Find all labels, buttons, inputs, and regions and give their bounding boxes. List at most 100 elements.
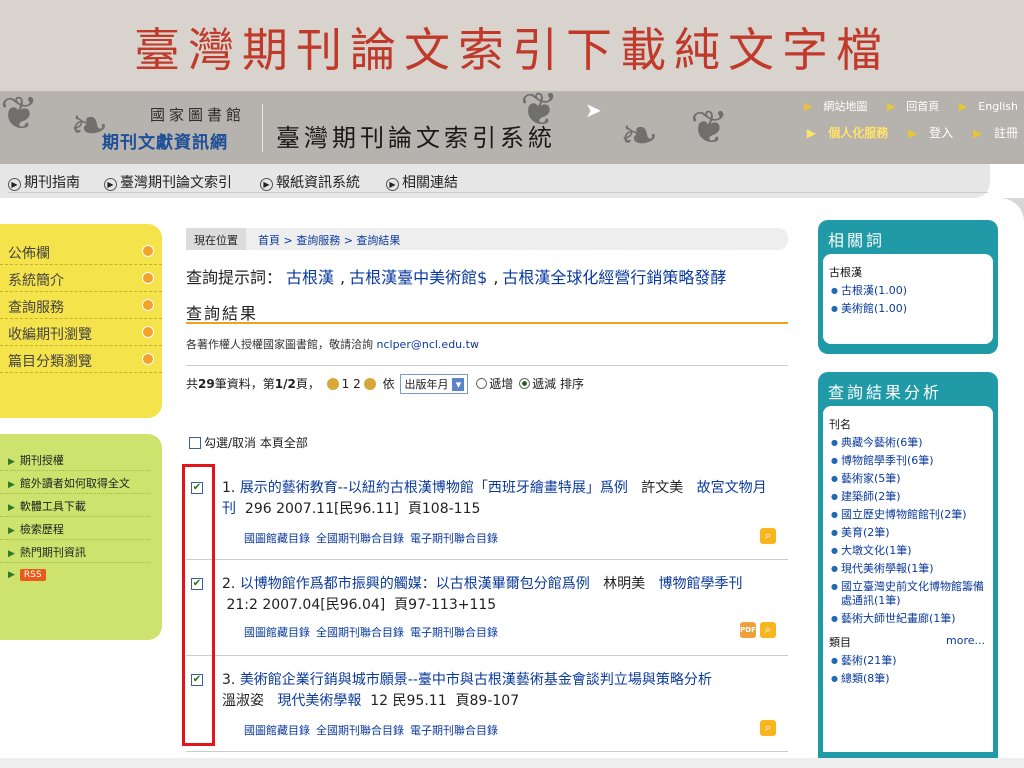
link-ncl-catalog[interactable]: 國圖館藏目錄 [244,724,310,737]
holdings-links: 國圖館藏目錄 全國期刊聯合目錄 電子期刊聯合目錄 [244,624,504,640]
slide-title-bar: 臺灣期刊論文索引下載純文字檔 [0,0,1024,92]
rss-icon[interactable]: RSS [19,569,46,581]
sidebar-item-popular[interactable]: ▶ 熱門期刊資訊 [0,540,150,563]
link-union-catalog[interactable]: 全國期刊聯合目錄 [316,532,404,545]
result-volume: 296 2007.11[民96.11] [244,501,399,517]
result-total: 29 [198,377,215,391]
journal-facet-item[interactable]: 建築師(2筆) [829,490,987,504]
sidebar-item-browse-journals[interactable]: 收編期刊瀏覽 [0,319,162,346]
journal-facet-item[interactable]: 藝術大師世紀畫廊(1筆) [829,612,987,626]
link-home[interactable]: ▶ 回首頁 [879,100,939,113]
circle-arrow-icon: ▶ [260,178,273,191]
journal-facet-item[interactable]: 國立歷史博物館館刊(2筆) [829,508,987,522]
nav-item-related-links[interactable]: ▶ 相關連結 [386,172,988,193]
triangle-icon: ▶ [958,100,968,113]
journal-facet-item[interactable]: 藝術家(5筆) [829,472,987,486]
page-number[interactable]: 1 [342,377,350,391]
result-author: 許文美 [641,480,684,496]
link-union-catalog[interactable]: 全國期刊聯合目錄 [316,724,404,737]
result-author: 溫淑姿 [222,693,264,709]
triangle-icon: ▶ [8,526,15,536]
result-text: 2. 以博物館作爲都市振興的觸媒：以古根漢畢爾包分館爲例 林明美 博物館學季刊 … [222,576,743,613]
sidebar-item-rss[interactable]: ▶ RSS [0,563,150,586]
prev-page-icon[interactable] [326,378,339,390]
select-all-checkbox[interactable] [189,437,201,449]
category-facet-item[interactable]: 總類(8筆) [829,672,987,686]
journal-facet-item[interactable]: 現代美術學報(1筆) [829,562,987,576]
leaf-decoration-icon: ❦ [0,92,39,140]
triangle-icon: ▶ [8,457,15,467]
sidebar-item-bulletin[interactable]: 公佈欄 [0,238,162,265]
slide-title: 臺灣期刊論文索引下載純文字檔 [134,23,890,77]
select-all[interactable]: 勾選/取消 本頁全部 [189,434,308,451]
journal-facet-item[interactable]: 典藏今藝術(6筆) [829,436,987,450]
result-item: ✔ 1. 展示的藝術教育--以紐約古根漢博物館「西班牙繪畫特展」爲例 許文美 故… [186,464,788,560]
triangle-icon: ▶ [8,549,15,559]
result-analysis-title: 查詢結果分析 [828,383,943,402]
result-title-link[interactable]: 展示的藝術教育--以紐約古根漢博物館「西班牙繪畫特展」爲例 [240,480,628,496]
link-ejournal-catalog[interactable]: 電子期刊聯合目錄 [410,724,498,737]
pdf-icon[interactable]: PDF [740,622,756,638]
authorization-note: 各著作權人授權國家圖書館，敬請洽詢 nclper@ncl.edu.tw [186,336,788,366]
email-link[interactable]: nclper@ncl.edu.tw [377,338,479,351]
next-page-icon[interactable] [363,378,376,390]
sidebar-item-authorization[interactable]: ▶ 期刊授權 [0,448,150,471]
query-term-link[interactable]: 古根漢 [286,268,334,287]
journal-facet-item[interactable]: 博物館學季刊(6筆) [829,454,987,468]
leaf-decoration-icon: ❦ [690,100,729,154]
query-term-link[interactable]: 古根漢全球化經營行銷策略發酵 [502,268,726,287]
result-title-link[interactable]: 以博物館作爲都市振興的觸媒：以古根漢畢爾包分館爲例 [240,576,590,592]
library-logo-text[interactable]: 國家圖書館 [150,104,245,125]
result-journal-link[interactable]: 現代美術學報 [277,693,361,709]
journal-facet-item[interactable]: 大墩文化(1筆) [829,544,987,558]
mouse-cursor-icon: ➤ [585,98,602,122]
sort-descending-radio[interactable] [519,378,531,389]
magnifier-icon[interactable]: ⌕ [760,720,776,736]
sidebar-item-downloads[interactable]: ▶ 軟體工具下載 [0,494,150,517]
results-heading: 查詢結果 [186,300,788,324]
link-union-catalog[interactable]: 全國期刊聯合目錄 [316,626,404,639]
link-ncl-catalog[interactable]: 國圖館藏目錄 [244,626,310,639]
circle-arrow-icon: ▶ [104,178,117,191]
magnifier-icon[interactable]: ⌕ [760,528,776,544]
result-text: 3. 美術館企業行銷與城市願景--臺中市與古根漢藝術基金會談判立場與策略分析 溫… [222,672,712,709]
link-ejournal-catalog[interactable]: 電子期刊聯合目錄 [410,626,498,639]
circle-arrow-icon [142,353,154,365]
related-term-item[interactable]: 古根漢(1.00) [829,284,987,298]
magnifier-icon[interactable]: ⌕ [760,622,776,638]
related-term-item[interactable]: 美術館(1.00) [829,302,987,316]
triangle-icon: ▶ [8,503,15,513]
link-english[interactable]: ▶ English [951,100,1018,113]
query-term-link[interactable]: 古根漢臺中美術館$ [349,268,487,287]
sidebar-item-about[interactable]: 系統簡介 [0,265,162,292]
sidebar-item-fulltext[interactable]: ▶ 館外讀者如何取得全文 [0,471,150,494]
result-journal-link[interactable]: 博物館學季刊 [659,576,743,592]
result-text: 1. 展示的藝術教育--以紐約古根漢博物館「西班牙繪畫特展」爲例 許文美 故宮文… [222,480,767,517]
link-ncl-catalog[interactable]: 國圖館藏目錄 [244,532,310,545]
sidebar-item-search[interactable]: 查詢服務 [0,292,162,319]
triangle-icon: ▶ [8,570,15,580]
sort-field-select[interactable]: 出版年月 ▾ [400,374,469,394]
related-terms-panel: 相關詞 古根漢 古根漢(1.00) 美術館(1.00) [818,220,998,354]
portal-logo-text[interactable]: 期刊文獻資訊網 [102,128,228,153]
link-personal-service[interactable]: ▶ 個人化服務 [799,126,888,140]
journal-facet-item[interactable]: 美育(2筆) [829,526,987,540]
sidebar-item-browse-categories[interactable]: 篇目分類瀏覽 [0,346,162,373]
page-number[interactable]: 2 [353,377,361,391]
logo-divider [262,104,263,152]
link-login[interactable]: ▶ 登入 [900,126,953,140]
link-ejournal-catalog[interactable]: 電子期刊聯合目錄 [410,532,498,545]
more-link[interactable]: more... [946,634,985,647]
category-facet-item[interactable]: 藝術(21筆) [829,654,987,668]
result-title-link[interactable]: 美術館企業行銷與城市願景--臺中市與古根漢藝術基金會談判立場與策略分析 [240,672,712,688]
sort-ascending-radio[interactable] [476,378,488,389]
related-group-label: 古根漢 [829,266,862,279]
journal-facet-item[interactable]: 國立臺灣史前文化博物館籌備處通訊(1筆) [829,580,987,608]
main-nav: ▶ 期刊指南 ▶ 臺灣期刊論文索引 ▶ 報紙資訊系統 ▶ 相關連結 [0,164,990,198]
link-sitemap[interactable]: ▶ 網站地圖 [796,100,867,113]
circle-arrow-icon [142,272,154,284]
sidebar-item-history[interactable]: ▶ 檢索歷程 [0,517,150,540]
holdings-links: 國圖館藏目錄 全國期刊聯合目錄 電子期刊聯合目錄 [244,530,504,546]
breadcrumb-path[interactable]: 首頁 > 查詢服務 > 查詢結果 [258,232,400,248]
link-register[interactable]: ▶ 註冊 [965,126,1018,140]
